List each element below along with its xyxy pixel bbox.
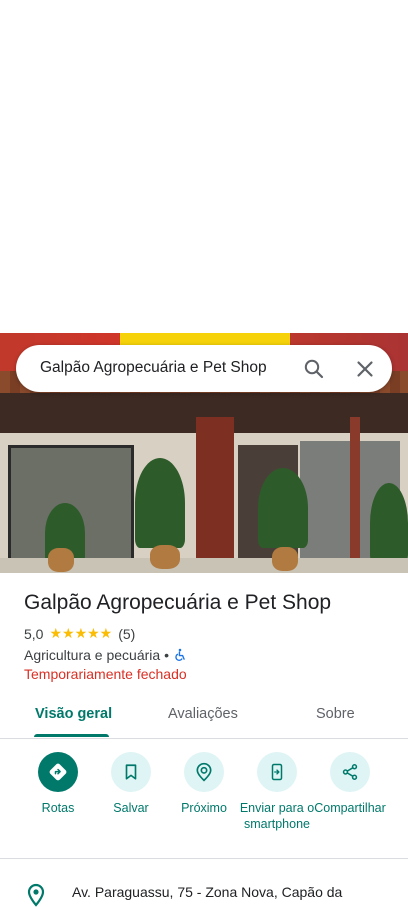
flower-pot	[48, 548, 74, 572]
directions-icon	[49, 763, 67, 781]
address-text[interactable]: Av. Paraguassu, 75 - Zona Nova, Capão da	[72, 884, 342, 900]
nearby-button-circle[interactable]	[184, 752, 224, 792]
tab-about[interactable]: Sobre	[316, 706, 355, 722]
review-count[interactable]: (5)	[118, 626, 135, 642]
share-label: Compartilhar	[314, 801, 386, 815]
palm-plant	[135, 458, 185, 548]
category-row: Agricultura e pecuária •	[24, 647, 187, 663]
share-button-circle[interactable]	[330, 752, 370, 792]
directions-label: Rotas	[41, 801, 75, 815]
divider	[0, 858, 408, 859]
save-label: Salvar	[113, 801, 149, 815]
palm-plant-right	[258, 468, 308, 548]
share-button[interactable]: Compartilhar	[310, 752, 390, 816]
plant-right	[370, 483, 408, 563]
tab-reviews[interactable]: Avaliações	[168, 706, 238, 722]
nearby-button[interactable]: Próximo	[164, 752, 244, 816]
search-query[interactable]: Galpão Agropecuária e Pet Shop	[40, 359, 267, 377]
send-to-phone-label: Enviar para o smartphone	[239, 801, 315, 831]
pillar	[196, 417, 234, 573]
star-rating-icon: ★★★★★	[49, 625, 113, 641]
flower-pot	[272, 547, 298, 571]
pillar-right	[350, 417, 360, 573]
nearby-label: Próximo	[181, 801, 227, 815]
save-button[interactable]: Salvar	[91, 752, 171, 816]
bookmark-icon	[125, 764, 137, 780]
place-category: Agricultura e pecuária •	[24, 647, 169, 663]
directions-button-circle[interactable]	[38, 752, 78, 792]
status-closed: Temporariamente fechado	[24, 666, 187, 682]
place-name: Galpão Agropecuária e Pet Shop	[24, 591, 332, 614]
location-pin-icon	[27, 883, 45, 907]
tab-bar: Visão geral Avaliações Sobre	[0, 700, 408, 739]
search-bar[interactable]: Galpão Agropecuária e Pet Shop	[16, 345, 392, 392]
send-to-phone-icon	[271, 763, 283, 781]
nearby-icon	[196, 762, 212, 782]
send-to-phone-button-circle[interactable]	[257, 752, 297, 792]
directions-button[interactable]: Rotas	[18, 752, 98, 816]
flower-pot	[150, 545, 180, 569]
wheelchair-accessible-icon[interactable]	[173, 648, 187, 662]
save-button-circle[interactable]	[111, 752, 151, 792]
rating-value: 5,0	[24, 625, 44, 642]
active-tab-indicator	[34, 734, 109, 737]
search-icon[interactable]	[302, 357, 326, 381]
rating-row[interactable]: 5,0 ★★★★★ (5)	[24, 625, 135, 642]
tab-overview[interactable]: Visão geral	[35, 706, 112, 722]
close-icon[interactable]	[353, 357, 377, 381]
share-icon	[342, 764, 358, 780]
send-to-phone-button[interactable]: Enviar para o smartphone	[237, 752, 317, 832]
